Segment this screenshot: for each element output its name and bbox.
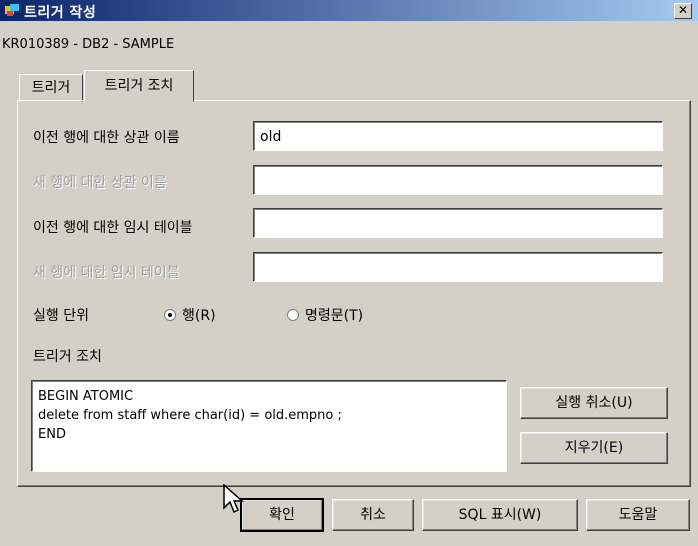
old-table-label: 이전 행에 대한 임시 테이블 [33,220,193,236]
new-row-label: 새 행에 대한 상관 이름 [33,175,167,191]
trigger-action-editor[interactable]: BEGIN ATOMIC delete from staff where cha… [31,380,507,472]
old-table-field[interactable] [253,208,663,238]
action-line: END [38,427,66,442]
tab-trigger[interactable]: 트리거 [19,74,83,102]
action-label: 트리거 조치 [33,349,102,365]
radio-row-button[interactable] [164,309,176,321]
connection-label: KR010389 - DB2 - SAMPLE [2,37,175,52]
window-title: 트리거 작성 [24,5,97,21]
help-button[interactable]: 도움말 [586,499,690,531]
cancel-button[interactable]: 취소 [332,499,414,531]
clear-button[interactable]: 지우기(E) [520,432,668,464]
radio-row[interactable]: 행(R) [164,305,216,325]
show-sql-button[interactable]: SQL 표시(W) [422,499,578,531]
undo-button[interactable]: 실행 취소(U) [520,387,668,419]
tab-trigger-action[interactable]: 트리거 조치 [84,70,194,102]
new-row-field[interactable] [253,165,663,195]
new-table-field[interactable] [253,252,663,282]
radio-statement-button[interactable] [287,309,299,321]
ok-button[interactable]: 확인 [240,498,324,532]
title-bar: 트리거 작성 ✕ [0,0,698,21]
radio-statement[interactable]: 명령문(T) [287,305,363,325]
create-trigger-dialog: 트리거 작성 ✕ KR010389 - DB2 - SAMPLE 트리거 트리거… [0,0,698,546]
old-row-label: 이전 행에 대한 상관 이름 [33,130,180,146]
granularity-label: 실행 단위 [33,308,89,324]
action-line: BEGIN ATOMIC [38,389,134,404]
radio-row-label: 행(R) [182,308,216,324]
new-table-label: 새 행에 대한 임시 테이블 [33,265,180,281]
old-row-field[interactable]: old [253,121,663,151]
radio-statement-label: 명령문(T) [305,308,364,324]
action-line: delete from staff where char(id) = old.e… [38,408,342,423]
mouse-pointer-icon [223,484,244,514]
trigger-app-icon [5,4,19,16]
close-button[interactable]: ✕ [674,3,692,19]
close-icon: ✕ [677,3,689,17]
